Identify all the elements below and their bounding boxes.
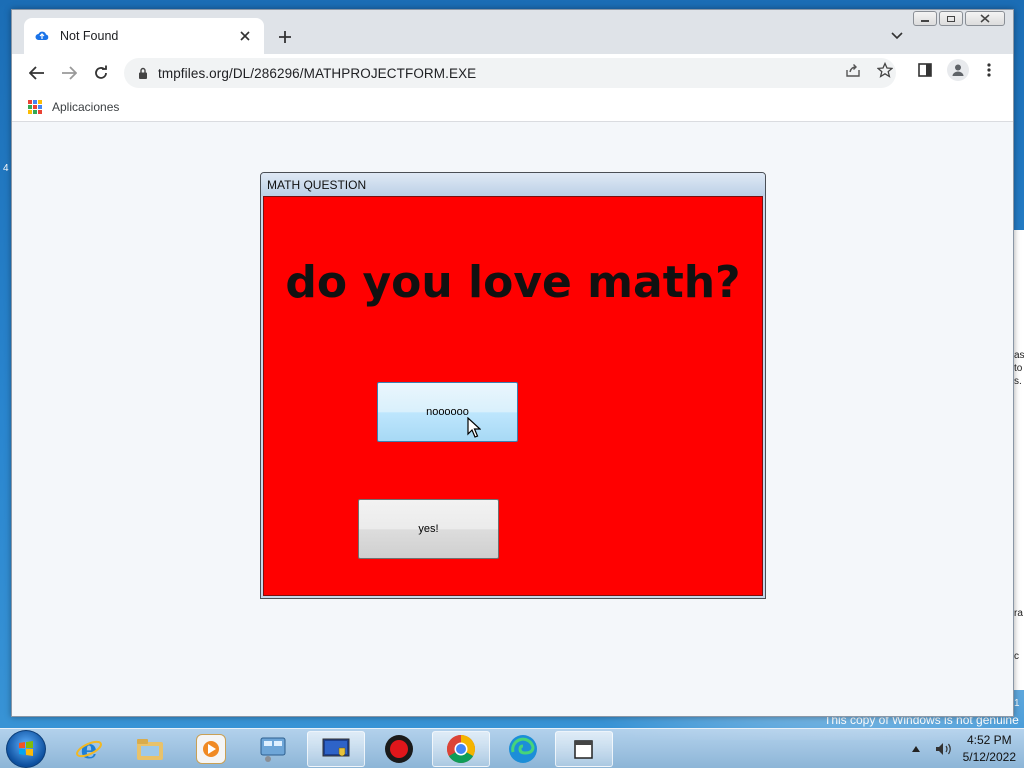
share-button[interactable] [844,61,862,79]
taskbar-remote-desktop[interactable] [307,731,365,767]
profile-button[interactable] [947,59,969,81]
reload-icon [95,65,107,79]
question-text: do you love math? [285,257,741,308]
no-button[interactable]: noooooo [377,382,518,442]
browser-toolbar: tmpfiles.org/DL/286296/MATHPROJECTFORM.E… [12,54,1013,92]
peek-text-2: to [1014,363,1023,374]
close-icon [240,31,250,41]
clock-date: 5/12/2022 [962,750,1016,764]
more-vert-icon [987,63,991,77]
cloud-upload-icon [34,28,50,44]
url-text: tmpfiles.org/DL/286296/MATHPROJECTFORM.E… [158,65,477,81]
edge-icon [508,734,538,764]
peek-text-4: ra [1014,608,1023,619]
desktop-edge-text: 4 [3,163,9,174]
clock[interactable]: 4:52 PM 5/12/2022 [963,732,1016,766]
peek-text-5: c [1014,651,1019,662]
taskbar-file-explorer[interactable] [121,731,179,767]
page-viewport: MATH QUESTION do you love math? noooooo … [12,122,1013,716]
tab-not-found[interactable]: Not Found [24,18,264,54]
chrome-menu-button[interactable] [980,61,998,79]
internet-explorer-icon: e [74,734,104,764]
bookmarks-bar: Aplicaciones [12,92,1013,122]
show-hidden-icons-button[interactable] [907,741,925,757]
peek-text-7: 1 [1014,698,1020,709]
back-button[interactable] [24,60,50,86]
side-panel-icon [918,63,932,77]
peek-text-1: asl [1014,350,1024,361]
apps-grid-icon[interactable] [28,99,42,114]
person-icon [952,64,964,76]
system-tray: 4:52 PM 5/12/2022 [907,732,1016,766]
chevron-down-icon [891,32,903,40]
app-window-body: do you love math? noooooo yes! [263,196,763,596]
folder-library-icon [135,734,165,764]
media-player-icon [196,734,226,764]
new-tab-button[interactable] [274,26,296,48]
tab-strip: Not Found [12,10,1013,54]
record-icon [384,734,414,764]
peek-text-6: 7 [1014,680,1020,691]
address-bar[interactable]: tmpfiles.org/DL/286296/MATHPROJECTFORM.E… [124,58,896,88]
peek-text-3: s. [1014,376,1022,387]
bookmark-apps[interactable]: Aplicaciones [52,100,119,114]
taskbar: e 4:52 PM 5/12/2022 [0,728,1024,768]
control-panel-icon [258,734,288,764]
lock-icon [139,67,147,79]
arrow-left-icon [29,66,44,80]
taskbar-recorder[interactable] [370,731,428,767]
tab-close-button[interactable] [236,27,254,45]
window-folder-icon [569,734,599,764]
taskbar-internet-explorer[interactable]: e [60,731,118,767]
windows-logo-icon [19,741,33,756]
taskbar-edge[interactable] [494,731,552,767]
taskbar-media-player[interactable] [182,731,240,767]
browser-window: Not Found tmpfiles.org/DL/286296/MATHPRO… [11,9,1014,717]
tab-title: Not Found [60,29,119,43]
taskbar-window-folder[interactable] [555,731,613,767]
plus-icon [279,31,291,43]
taskbar-chrome[interactable] [432,731,490,767]
tab-search-button[interactable] [889,28,905,44]
math-question-window: MATH QUESTION do you love math? noooooo … [260,172,766,599]
yes-button[interactable]: yes! [358,499,499,559]
share-icon [846,64,860,77]
taskbar-control-panel[interactable] [244,731,302,767]
forward-button[interactable] [56,60,82,86]
bookmark-star-button[interactable] [876,61,894,79]
star-icon [877,62,893,78]
arrow-right-icon [62,66,77,80]
volume-icon[interactable] [935,741,953,757]
clock-time: 4:52 PM [966,733,1012,747]
start-button[interactable] [6,730,46,768]
chevron-up-icon [911,746,920,752]
svg-text:e: e [81,735,98,763]
monitor-shield-icon [321,734,351,764]
app-window-title: MATH QUESTION [261,173,765,196]
chrome-icon [446,734,476,764]
mouse-cursor-icon [467,417,481,438]
side-panel-button[interactable] [916,61,934,79]
reload-button[interactable] [88,60,114,86]
